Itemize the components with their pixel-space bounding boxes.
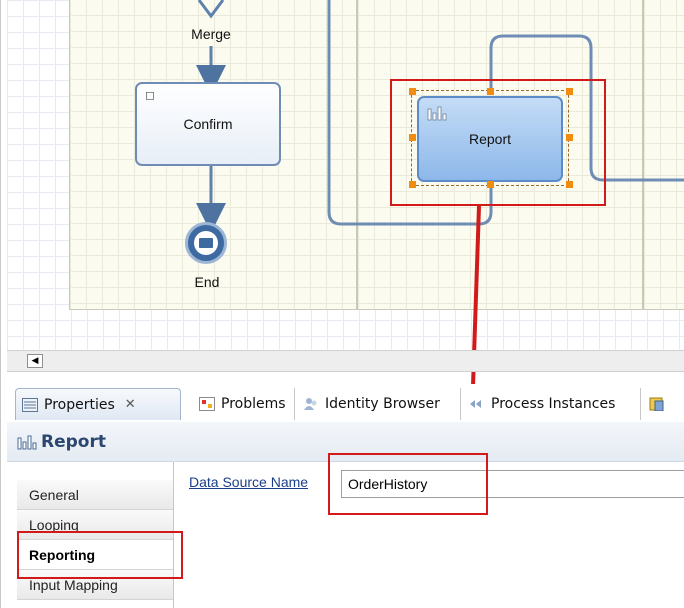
report-chart-icon xyxy=(17,435,37,450)
tab-identity-label: Identity Browser xyxy=(325,396,440,412)
end-event[interactable] xyxy=(185,222,227,264)
end-event-inner xyxy=(194,231,218,255)
tab-process-instances[interactable]: Process Instances xyxy=(463,388,641,420)
tab-instances-label: Process Instances xyxy=(491,396,616,412)
view-tab-bar: Properties ✕ Problems Identity Browser P… xyxy=(7,384,684,423)
confirm-task-label: Confirm xyxy=(183,116,233,132)
tab-properties-label: Properties xyxy=(44,396,115,413)
tab-overflow[interactable] xyxy=(643,388,684,420)
application-window: Merge ◻ Confirm Report End ◀ Properties … xyxy=(0,0,684,608)
horizontal-scrollbar[interactable]: ◀ xyxy=(7,350,684,372)
properties-icon xyxy=(22,397,38,412)
data-source-name-link[interactable]: Data Source Name xyxy=(189,474,308,490)
tab-problems-label: Problems xyxy=(221,396,286,412)
properties-title: Report xyxy=(41,432,106,452)
confirm-task[interactable]: ◻ Confirm xyxy=(135,82,281,166)
envelope-icon xyxy=(199,238,213,248)
highlight-data-source-value xyxy=(328,453,488,515)
merge-gateway-label: Merge xyxy=(191,26,231,42)
tab-problems[interactable]: Problems xyxy=(193,388,295,420)
user-task-icon: ◻ xyxy=(145,88,155,102)
scroll-left-arrow-icon[interactable]: ◀ xyxy=(27,354,43,368)
process-instances-icon xyxy=(470,400,481,408)
overflow-view-icon xyxy=(649,397,664,411)
highlight-report-task xyxy=(390,79,606,206)
nav-item-general[interactable]: General xyxy=(17,480,173,510)
tab-properties[interactable]: Properties ✕ xyxy=(15,388,181,420)
highlight-reporting-nav xyxy=(17,531,183,579)
tab-identity-browser[interactable]: Identity Browser xyxy=(297,388,461,420)
problems-icon xyxy=(199,397,215,411)
close-icon[interactable]: ✕ xyxy=(125,397,136,412)
identity-icon xyxy=(304,398,317,410)
end-event-label: End xyxy=(194,274,220,290)
